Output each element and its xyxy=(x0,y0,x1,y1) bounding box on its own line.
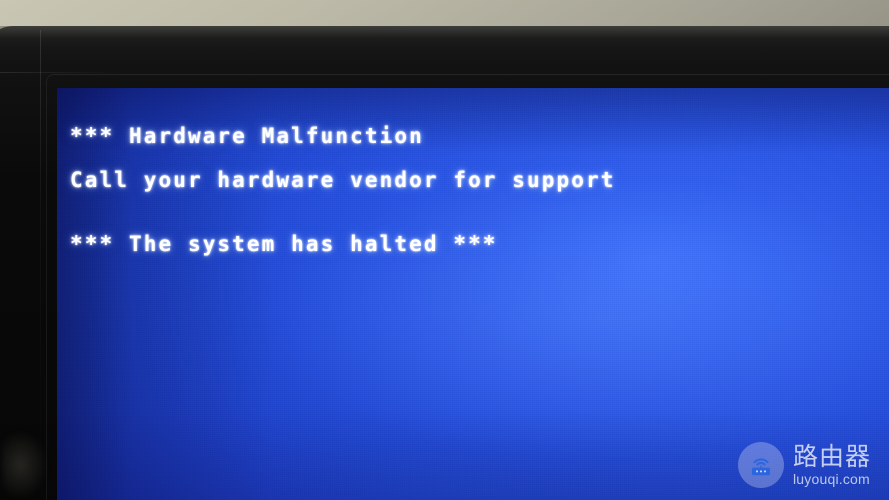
watermark-brand-cn: 路由器 xyxy=(792,442,871,471)
bezel-reflection xyxy=(2,430,48,500)
bezel-horizontal-seam xyxy=(0,72,120,73)
watermark[interactable]: 路由器 luyouqi.com xyxy=(737,442,871,488)
screenshot-stage: *** Hardware Malfunction Call your hardw… xyxy=(0,0,889,500)
monitor-screen: *** Hardware Malfunction Call your hardw… xyxy=(57,88,889,500)
console-line-hardware-malfunction: *** Hardware Malfunction xyxy=(70,124,424,148)
console-line-system-halted: *** The system has halted *** xyxy=(70,232,498,256)
halt-message-console: *** Hardware Malfunction Call your hardw… xyxy=(70,114,870,266)
router-wifi-icon xyxy=(737,442,784,488)
watermark-text: 路由器 luyouqi.com xyxy=(793,444,871,486)
bezel-top-highlight xyxy=(0,26,889,48)
watermark-url: luyouqi.com xyxy=(792,471,870,487)
console-line-call-vendor: Call your hardware vendor for support xyxy=(70,168,616,192)
